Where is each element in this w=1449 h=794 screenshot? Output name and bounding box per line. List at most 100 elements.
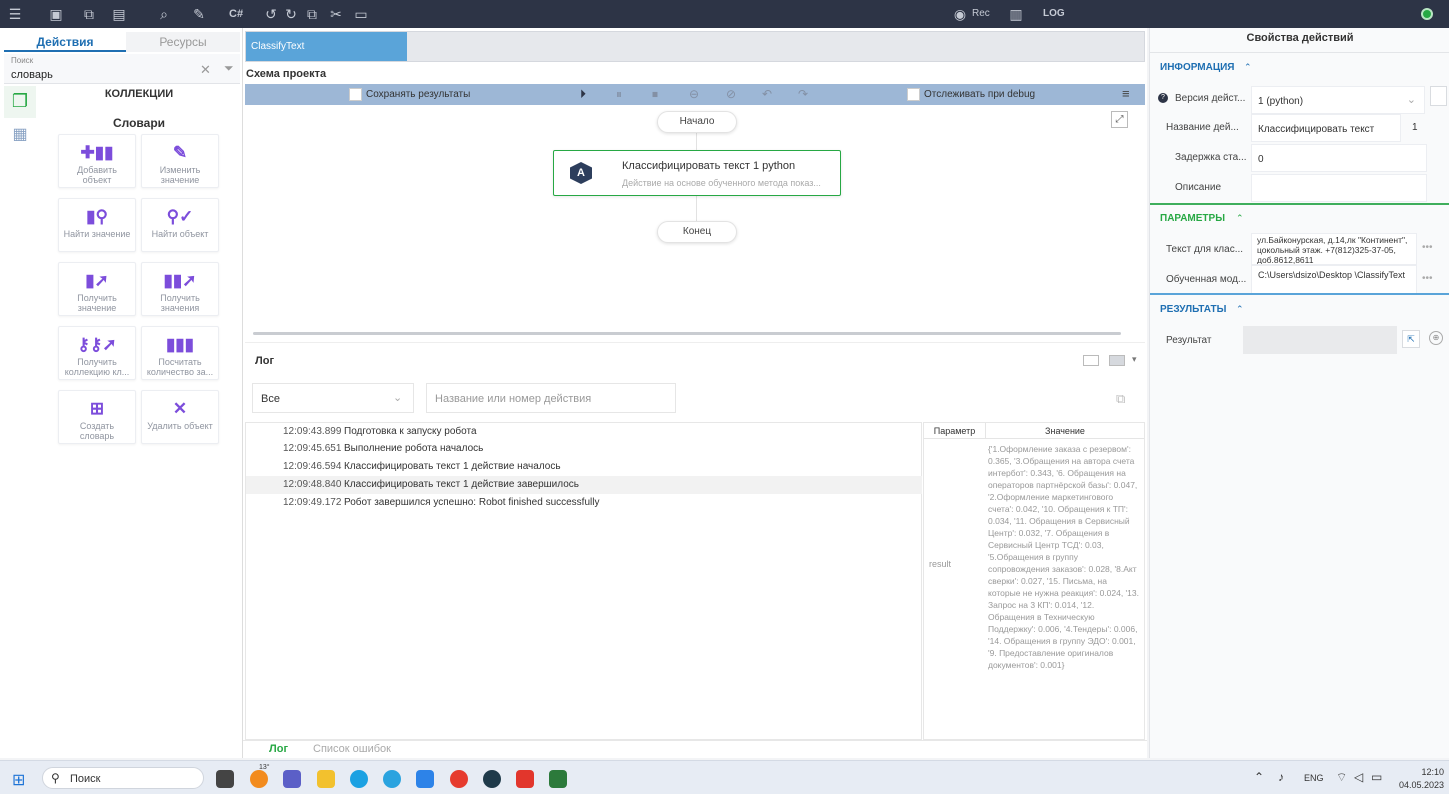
rec-label[interactable]: Rec (972, 8, 990, 19)
result-variable-icon[interactable]: ⊕ (1429, 331, 1443, 345)
delay-field[interactable]: 0 (1251, 144, 1427, 172)
log-row[interactable]: 12:09:43.899 Подготовка к запуску робота (246, 423, 922, 441)
results-section-title[interactable]: РЕЗУЛЬТАТЫ (1160, 304, 1226, 315)
add-object-tile[interactable]: ✚▮▮ Добавить объект (58, 134, 136, 188)
text-param-field[interactable]: ул.Байконурская, д.14,лк "Континент", цо… (1251, 233, 1417, 265)
action-node[interactable]: A Классифицировать текст 1 python Действ… (553, 150, 841, 196)
tab-actions[interactable]: Действия (4, 32, 126, 52)
tab-resources[interactable]: Ресурсы (126, 32, 240, 52)
cut-icon[interactable]: ✂ (327, 6, 345, 22)
settings-sliders-icon[interactable]: ≡ (1122, 86, 1130, 101)
log-row[interactable]: 12:09:49.172 Робот завершился успешно: Ro… (246, 494, 922, 512)
model-param-field[interactable]: C:\Users\dsizo\Desktop \ClassifyText (1251, 265, 1417, 295)
paste-icon[interactable]: ▭ (352, 6, 370, 22)
find-object-tile[interactable]: ⚲✓ Найти объект (141, 198, 219, 252)
step-into-icon[interactable]: ↶ (762, 87, 772, 101)
clock-time[interactable]: 12:10 (1404, 767, 1444, 777)
teams-icon[interactable] (283, 770, 301, 788)
breakpoint-icon[interactable]: ⊖ (689, 87, 699, 101)
pycharm-alt-icon[interactable] (549, 770, 567, 788)
wifi-icon[interactable]: ⌔ (1336, 770, 1347, 785)
log-row-selected[interactable]: 12:09:48.840 Классифицировать текст 1 дей… (246, 476, 922, 494)
robot-app-icon[interactable] (516, 770, 534, 788)
search-icon[interactable]: ⌕ (155, 6, 173, 22)
record-icon[interactable]: ◉ (951, 6, 969, 22)
delete-object-tile[interactable]: ✕ Удалить объект (141, 390, 219, 444)
dock-bottom-icon[interactable] (1083, 355, 1099, 366)
taskbar-search[interactable]: ⚲ Поиск (42, 767, 204, 789)
run-icon[interactable]: ⏵ (580, 87, 586, 102)
version-side-button[interactable] (1430, 86, 1447, 106)
get-value-tile[interactable]: ▮➚ Получить значение (58, 262, 136, 316)
save-icon[interactable]: ▣ (47, 6, 65, 22)
results-collapse-icon[interactable]: ⌃ (1236, 304, 1244, 315)
tab-errors[interactable]: Список ошибок (313, 743, 391, 755)
schema-canvas[interactable]: Начало A Классифицировать текст 1 python… (245, 106, 1145, 336)
language-indicator[interactable]: ENG (1304, 773, 1324, 783)
undo-icon[interactable]: ↺ (262, 6, 280, 22)
create-dictionary-tile[interactable]: ⊞ Создать словарь (58, 390, 136, 444)
copy-icon[interactable]: ⧉ (303, 6, 321, 22)
search-input[interactable]: словарь (11, 69, 53, 81)
model-param-more-icon[interactable]: ••• (1422, 273, 1433, 284)
log-filter-input[interactable]: Название или номер действия (426, 383, 676, 413)
log-row[interactable]: 12:09:46.594 Классифицировать текст 1 дей… (246, 458, 922, 476)
hamburger-menu-icon[interactable]: ☰ (6, 6, 24, 22)
count-items-tile[interactable]: ▮▮▮ Посчитать количество за... (141, 326, 219, 380)
skype-icon[interactable] (350, 770, 368, 788)
get-values-tile[interactable]: ▮▮➚ Получить значения (141, 262, 219, 316)
edit-list-icon[interactable]: ✎ (190, 6, 208, 22)
windows-start-icon[interactable]: ⊞ (12, 770, 25, 790)
description-field[interactable] (1251, 174, 1427, 202)
pause-icon[interactable]: ⏸ (616, 87, 622, 102)
book-icon[interactable]: ▥ (1007, 6, 1025, 22)
clock-date[interactable]: 04.05.2023 (1392, 780, 1444, 790)
redo-icon[interactable]: ↻ (282, 6, 300, 22)
text-param-more-icon[interactable]: ••• (1422, 242, 1433, 253)
get-keys-collection-tile[interactable]: ⚷⚷➚ Получить коллекцию кл... (58, 326, 136, 380)
copy-log-icon[interactable]: ⧉ (1116, 391, 1125, 407)
info-collapse-icon[interactable]: ⌃ (1244, 62, 1252, 73)
collections-category-icon[interactable]: ❐ (4, 86, 36, 118)
telegram-icon[interactable] (383, 770, 401, 788)
explorer-icon[interactable] (317, 770, 335, 788)
tray-chevron-up-icon[interactable]: ⌃ (1254, 770, 1264, 784)
log-level-select[interactable]: Все ⌄ (252, 383, 414, 413)
track-debug-checkbox[interactable] (907, 88, 920, 101)
version-select[interactable]: 1 (python) ⌄ (1251, 86, 1425, 114)
result-field[interactable] (1243, 326, 1397, 354)
result-export-icon[interactable]: ⇱ (1402, 330, 1420, 348)
find-value-tile[interactable]: ▮⚲ Найти значение (58, 198, 136, 252)
chevron-down-icon[interactable]: ▾ (1132, 354, 1137, 365)
save-results-checkbox[interactable] (349, 88, 362, 101)
battery-icon[interactable]: ▭ (1371, 770, 1382, 784)
yandex-icon[interactable] (450, 770, 468, 788)
volume-icon[interactable]: ◁ (1354, 770, 1363, 784)
save-as-icon[interactable]: ⧉ (80, 6, 98, 22)
log-row[interactable]: 12:09:45.651 Выполнение робота началось (246, 440, 922, 458)
filter-icon[interactable]: ⏷ (224, 61, 234, 76)
dock-full-icon[interactable] (1109, 355, 1125, 366)
params-collapse-icon[interactable]: ⌃ (1236, 213, 1244, 224)
info-section-title[interactable]: ИНФОРМАЦИЯ (1160, 62, 1235, 73)
weather-icon[interactable] (250, 770, 268, 788)
start-node[interactable]: Начало (657, 111, 737, 133)
clipboard-icon[interactable]: ▤ (110, 6, 128, 22)
csharp-icon[interactable]: C# (229, 8, 243, 20)
microphone-icon[interactable]: ♪ (1278, 770, 1284, 784)
stop-icon[interactable]: ⏹ (652, 87, 658, 102)
clear-search-icon[interactable]: ✕ (200, 62, 211, 78)
pycharm-icon[interactable] (483, 770, 501, 788)
disable-icon[interactable]: ⊘ (726, 87, 736, 101)
search-box[interactable]: Поиск словарь ✕ ⏷ (4, 54, 240, 84)
horizontal-scrollbar[interactable] (253, 332, 1121, 335)
json-category-icon[interactable]: ▦ (4, 120, 36, 152)
change-value-tile[interactable]: ✎ Изменить значение (141, 134, 219, 188)
end-node[interactable]: Конец (657, 221, 737, 243)
params-section-title[interactable]: ПАРАМЕТРЫ (1160, 213, 1225, 224)
action-name-field[interactable]: Классифицировать текст (1251, 114, 1401, 142)
tab-classifytext[interactable]: ClassifyText (246, 32, 407, 61)
tab-log[interactable]: Лог (269, 743, 288, 755)
task-view-icon[interactable] (216, 770, 234, 788)
step-over-icon[interactable]: ↷ (798, 87, 808, 101)
